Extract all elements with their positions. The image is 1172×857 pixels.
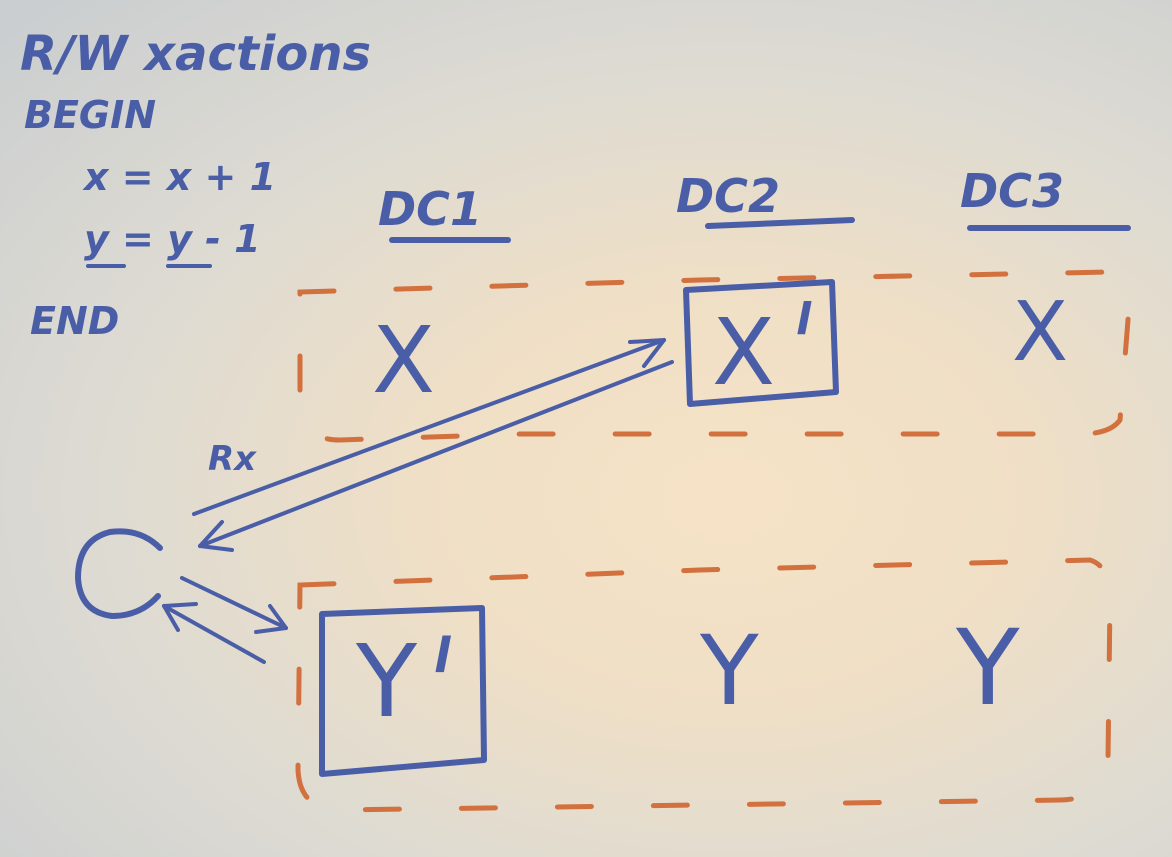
dc2-label: DC2 <box>676 169 780 223</box>
dc1-y-replica: Y <box>355 623 418 740</box>
whiteboard-diagram: R/W xactions BEGIN x = x + 1 y = y - 1 E… <box>20 26 1131 813</box>
rx-label: Rx <box>208 439 257 479</box>
dc3-y-replica: Y <box>955 607 1020 729</box>
reply-arrow-from-dc1 <box>162 604 266 664</box>
code-line-x: x = x + 1 <box>82 155 276 199</box>
reply-arrow-from-dc2 <box>198 360 674 548</box>
client-to-dc1-arrows <box>162 576 288 664</box>
code-block: R/W xactions BEGIN x = x + 1 y = y - 1 E… <box>20 26 371 343</box>
dc2-y-replica: Y <box>699 615 759 727</box>
datacenter-headers: DC1 DC2 DC3 <box>378 164 1131 243</box>
dc1-x-replica: X <box>372 307 435 414</box>
code-end: END <box>30 299 119 343</box>
dc2-x-lock-mark: l <box>796 294 812 345</box>
dc2-x-replica: X <box>712 299 775 406</box>
code-line-y: y = y - 1 <box>84 217 261 261</box>
dc3-label: DC3 <box>960 164 1064 218</box>
code-begin: BEGIN <box>24 93 156 137</box>
y-row: Y l Y Y <box>319 605 1020 777</box>
dc1-label: DC1 <box>378 182 482 236</box>
client-c-glyph <box>75 528 163 619</box>
request-arrowhead <box>628 338 666 368</box>
x-row: X X l X <box>372 279 1068 414</box>
dc1-y-lock-mark: l <box>434 628 451 684</box>
dc3-x-replica: X <box>1012 285 1068 380</box>
code-heading: R/W xactions <box>20 26 371 82</box>
